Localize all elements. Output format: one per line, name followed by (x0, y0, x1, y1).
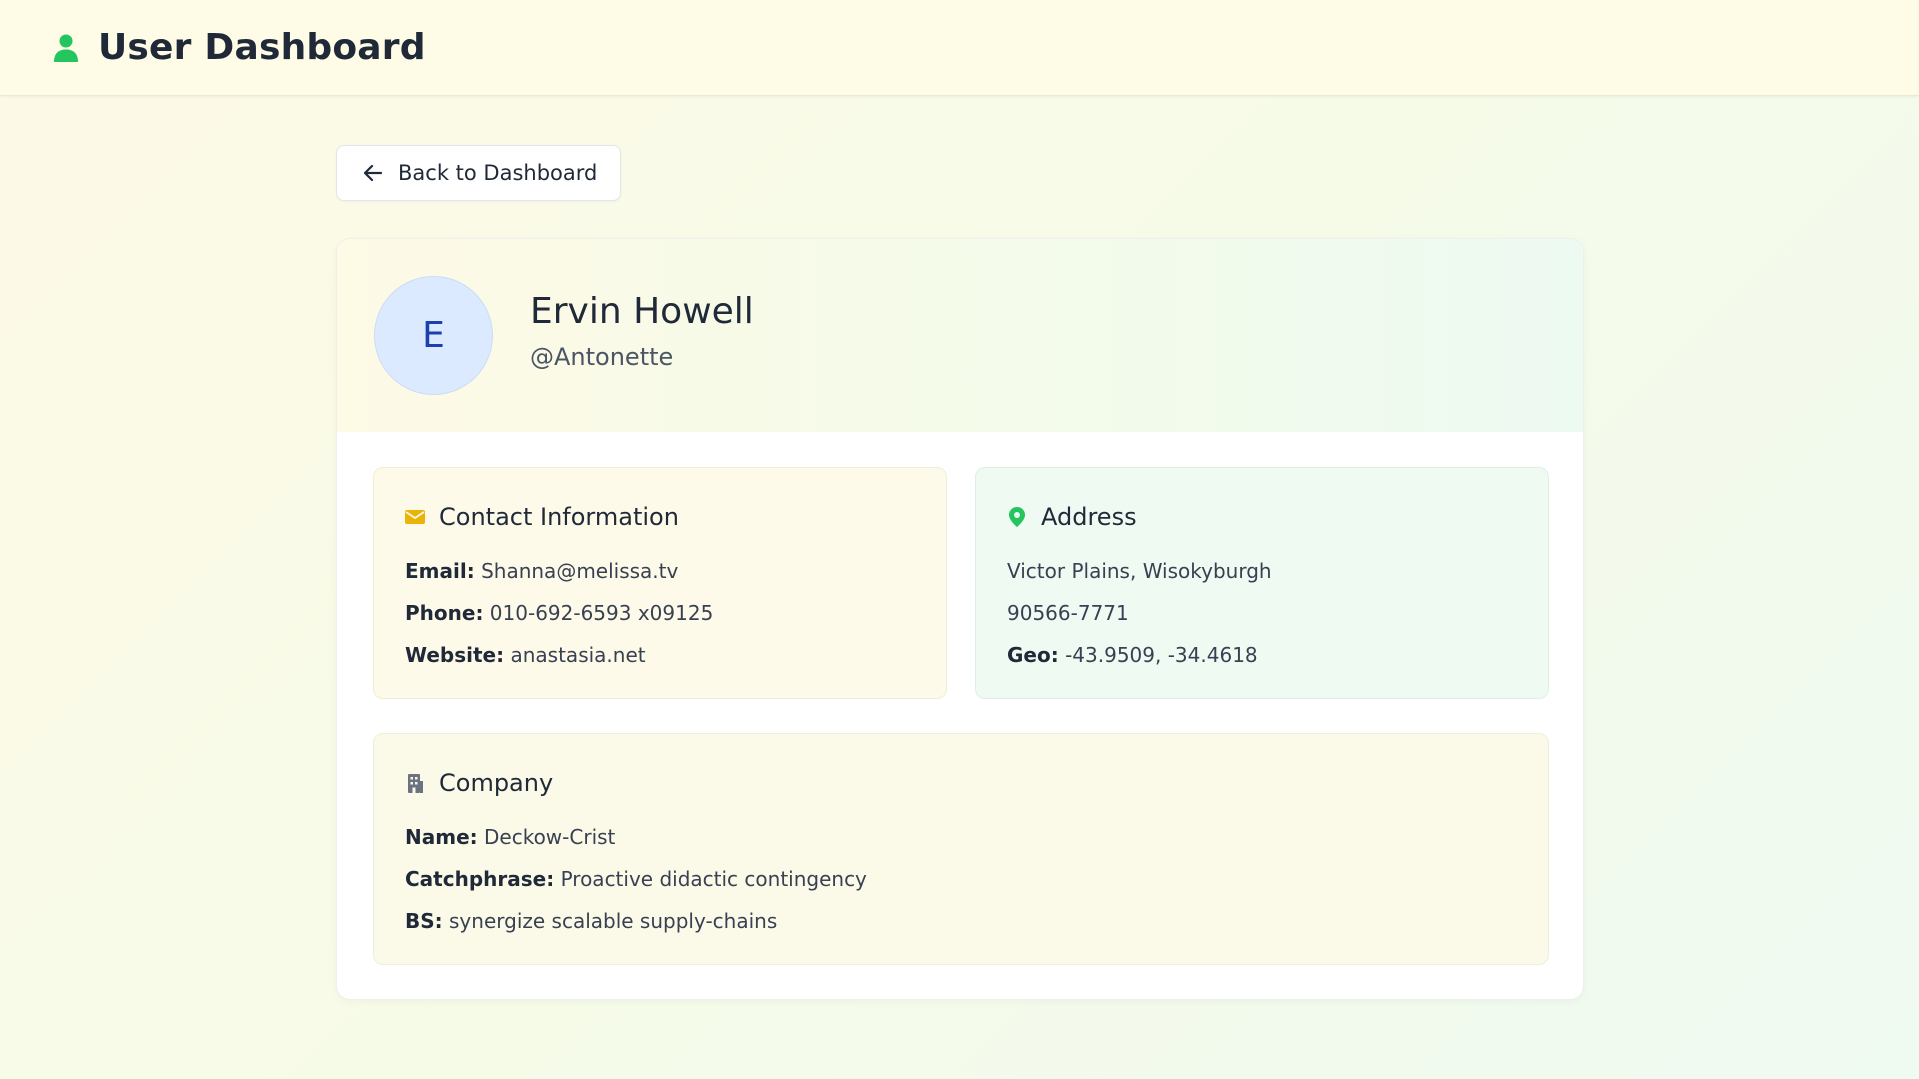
geo-row: Geo: -43.9509, -34.4618 (1007, 634, 1517, 676)
phone-label: Phone: (405, 601, 484, 625)
catchphrase-label: Catchphrase: (405, 867, 555, 891)
company-name-value: Deckow-Crist (484, 825, 616, 849)
bs-value: synergize scalable supply-chains (449, 909, 778, 933)
company-panel: Company Name: Deckow-Crist Catchphrase: … (373, 733, 1549, 965)
map-pin-icon (1007, 507, 1027, 527)
website-label: Website: (405, 643, 505, 667)
catchphrase-value: Proactive didactic contingency (560, 867, 867, 891)
email-label: Email: (405, 559, 475, 583)
geo-value: -43.9509, -34.4618 (1065, 643, 1258, 667)
user-icon (52, 32, 80, 64)
email-value: Shanna@melissa.tv (481, 559, 679, 583)
website-row: Website: anastasia.net (405, 634, 915, 676)
building-icon (405, 773, 425, 793)
back-button-label: Back to Dashboard (398, 161, 598, 185)
app-title: User Dashboard (98, 27, 426, 68)
mail-icon (405, 507, 425, 527)
address-panel: Address Victor Plains, Wisokyburgh 90566… (975, 467, 1549, 699)
avatar: E (374, 276, 493, 395)
address-title: Address (1041, 503, 1137, 531)
back-to-dashboard-button[interactable]: Back to Dashboard (336, 145, 621, 201)
zipcode: 90566-7771 (1007, 601, 1129, 625)
profile-header: E Ervin Howell @Antonette (337, 239, 1583, 432)
phone-row: Phone: 010-692-6593 x09125 (405, 592, 915, 634)
email-row: Email: Shanna@melissa.tv (405, 550, 915, 592)
contact-info-title: Contact Information (439, 503, 679, 531)
geo-label: Geo: (1007, 643, 1059, 667)
website-value: anastasia.net (510, 643, 646, 667)
user-name: Ervin Howell (530, 291, 754, 332)
contact-info-panel: Contact Information Email: Shanna@meliss… (373, 467, 947, 699)
catchphrase-row: Catchphrase: Proactive didactic continge… (405, 858, 1517, 900)
street-city: Victor Plains, Wisokyburgh (1007, 559, 1272, 583)
user-handle: @Antonette (530, 343, 674, 371)
company-name-label: Name: (405, 825, 478, 849)
arrow-left-icon (361, 161, 385, 185)
company-name-row: Name: Deckow-Crist (405, 816, 1517, 858)
top-bar: User Dashboard (0, 0, 1919, 96)
user-profile-card: E Ervin Howell @Antonette Contact Inform… (336, 238, 1584, 1000)
avatar-initial: E (422, 315, 445, 356)
company-title: Company (439, 769, 554, 797)
bs-label: BS: (405, 909, 443, 933)
phone-value: 010-692-6593 x09125 (489, 601, 714, 625)
bs-row: BS: synergize scalable supply-chains (405, 900, 1517, 942)
